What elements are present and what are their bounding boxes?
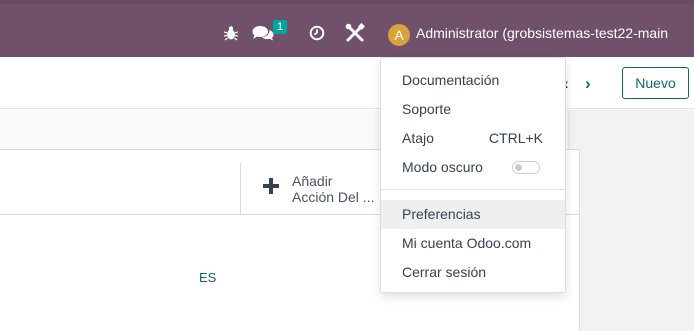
scrollbar-track[interactable] [568,110,694,331]
smart-button-label: Añadir Acción Del ... [292,173,378,205]
menu-item-documentation[interactable]: Documentación [381,66,565,95]
menu-divider [381,189,565,190]
tools-icon[interactable] [344,23,366,43]
message-count-badge: 1 [273,20,287,34]
clock-icon[interactable] [308,23,326,43]
dark-mode-toggle[interactable] [512,161,540,174]
language-code: ES [199,270,217,285]
menu-item-dark-mode[interactable]: Modo oscuro [381,153,565,182]
user-menu-toggle[interactable]: Administrator (grobsistemas-test22-main [416,25,694,41]
menu-item-shortcuts[interactable]: Atajo CTRL+K [381,124,565,153]
menu-item-support[interactable]: Soporte [381,95,565,124]
shortcut-key: CTRL+K [488,130,543,146]
menu-item-preferences[interactable]: Preferencias [381,200,565,229]
smart-button-line1: Añadir [292,173,333,189]
menu-item-shortcuts-label: Atajo [402,130,434,146]
avatar[interactable]: A [388,24,410,46]
bug-icon[interactable] [223,23,239,43]
user-dropdown-menu: Documentación Soporte Atajo CTRL+K Modo … [380,57,566,293]
menu-item-dark-mode-label: Modo oscuro [402,159,483,175]
smart-button-line2: Acción Del ... [292,189,375,205]
toggle-knob [515,164,522,171]
menu-item-logout[interactable]: Cerrar sesión [381,258,565,287]
pager-next-button[interactable]: › [585,74,597,94]
new-button[interactable]: Nuevo [622,67,689,99]
menu-item-odoo-account[interactable]: Mi cuenta Odoo.com [381,229,565,258]
plus-icon [263,178,279,194]
